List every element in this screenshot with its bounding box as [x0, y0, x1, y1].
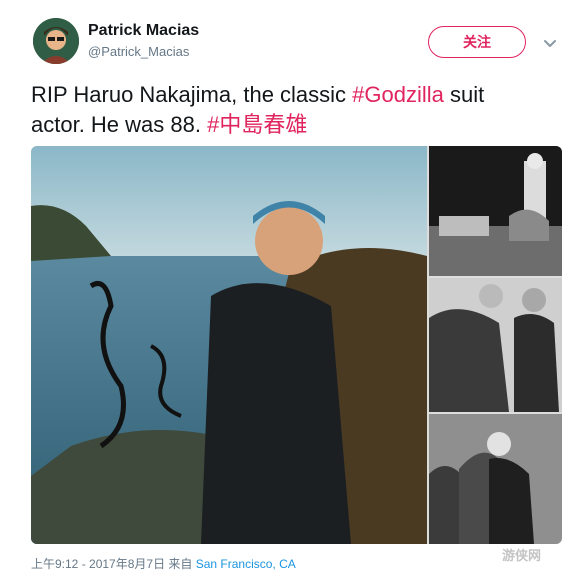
tweet-meta: 上午9:12 - 2017年8月7日 来自 San Francisco, CA — [31, 555, 296, 572]
tweet-text-part: RIP Haruo Nakajima, the classic — [31, 82, 353, 107]
avatar[interactable] — [33, 18, 79, 64]
display-name[interactable]: Patrick Macias — [88, 22, 199, 40]
photo-main[interactable] — [31, 146, 427, 544]
follow-button[interactable]: 关注 — [428, 26, 526, 58]
photo-side-1[interactable] — [429, 146, 562, 276]
location-link[interactable]: San Francisco, CA — [196, 557, 296, 571]
tweet-text-part: actor. He was 88. — [31, 112, 208, 137]
tweet-text: RIP Haruo Nakajima, the classic #Godzill… — [31, 80, 561, 140]
photo-side-3[interactable] — [429, 414, 562, 544]
tweet-text-part: suit — [443, 82, 485, 107]
photo-side-2[interactable] — [429, 278, 562, 412]
hashtag-nakajima[interactable]: #中島春雄 — [207, 112, 307, 137]
chevron-down-icon[interactable] — [541, 34, 559, 52]
timestamp[interactable]: 上午9:12 - 2017年8月7日 来自 — [31, 557, 196, 571]
user-handle[interactable]: @Patrick_Macias — [88, 44, 189, 59]
watermark: 游侠网 — [502, 548, 542, 563]
media-grid — [31, 146, 562, 544]
hashtag-godzilla[interactable]: #Godzilla — [352, 82, 444, 107]
